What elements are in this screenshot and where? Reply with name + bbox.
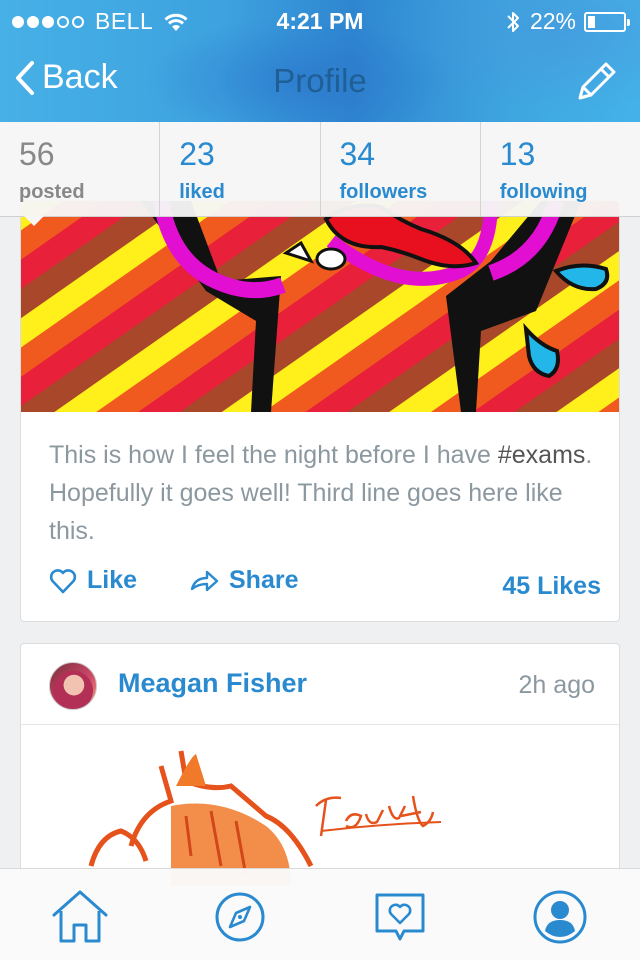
stat-label: following: [499, 181, 588, 203]
likes-count[interactable]: 45 Likes: [502, 572, 601, 601]
tab-profile[interactable]: [528, 887, 592, 947]
post-actions: Like Share 45 Likes: [21, 566, 619, 606]
stat-label: followers: [339, 181, 428, 203]
tab-bar: [0, 868, 640, 960]
share-button[interactable]: Share: [189, 566, 298, 595]
stat-count: 56: [19, 136, 55, 172]
compass-icon: [215, 892, 265, 942]
status-bar: BELL 4:21 PM 22%: [0, 0, 640, 40]
like-button[interactable]: Like: [49, 566, 137, 595]
caption-text: This is how I feel the night before I ha…: [49, 441, 498, 469]
top-bar: BELL 4:21 PM 22% Back Profile: [0, 0, 640, 122]
bluetooth-icon: [507, 11, 519, 32]
stat-count: 23: [179, 136, 215, 172]
author-name[interactable]: Meagan Fisher: [118, 668, 307, 699]
share-label: Share: [229, 566, 299, 594]
stat-liked[interactable]: 23 liked: [160, 122, 321, 216]
nav-bar: Back Profile: [0, 40, 640, 122]
pencil-icon: [578, 62, 616, 100]
stat-posted[interactable]: 56 posted: [0, 122, 161, 226]
tab-home[interactable]: [48, 887, 112, 947]
home-icon: [52, 890, 108, 943]
tab-activity[interactable]: [368, 887, 432, 947]
tab-explore[interactable]: [208, 887, 272, 947]
battery-icon: [584, 11, 630, 32]
avatar[interactable]: [49, 662, 97, 710]
stat-followers[interactable]: 34 followers: [321, 122, 481, 216]
post-header: Meagan Fisher 2h ago: [21, 644, 619, 725]
profile-stats: 56 posted 23 liked 34 followers 13 follo…: [0, 122, 640, 226]
post-timestamp: 2h ago: [518, 671, 595, 699]
page-title: Profile: [273, 62, 367, 99]
status-right: 22%: [506, 8, 630, 35]
share-arrow-icon: [190, 570, 219, 591]
stat-following[interactable]: 13 following: [481, 122, 640, 216]
battery-level: [588, 15, 595, 28]
like-label: Like: [87, 566, 138, 594]
stat-count: 13: [499, 136, 536, 172]
post-card: This is how I feel the night before I ha…: [20, 200, 620, 622]
stat-label: posted: [19, 181, 85, 203]
heart-bubble-icon: [375, 893, 425, 941]
stat-count: 34: [339, 136, 376, 172]
hashtag-link[interactable]: #exams: [498, 441, 586, 469]
edit-profile-button[interactable]: [570, 56, 622, 108]
post-image[interactable]: [21, 201, 620, 412]
person-icon: [533, 890, 587, 944]
heart-icon: [49, 568, 77, 593]
post-caption: This is how I feel the night before I ha…: [49, 436, 609, 550]
battery-percent: 22%: [529, 8, 576, 34]
stat-label: liked: [179, 181, 225, 203]
